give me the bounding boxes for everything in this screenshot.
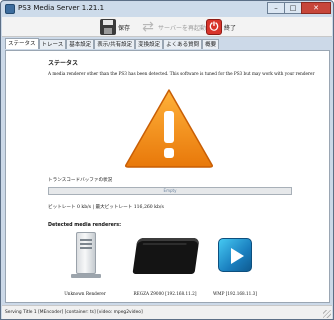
- warning-icon: [125, 89, 213, 168]
- minimize-button[interactable]: –: [267, 2, 285, 14]
- tab-bar: ステータス トレース 基本設定 表示/共有設定 変換設定 よくある質問 概要: [5, 38, 220, 50]
- tab-transcoding-settings[interactable]: 変換設定: [135, 39, 164, 49]
- renderer-item-regza[interactable]: REGZA Z9000 [192.168.11.2]: [132, 232, 200, 296]
- quit-button-label: 終了: [224, 24, 237, 32]
- renderer-item-wmp[interactable]: WMP [192.168.11.3]: [202, 232, 268, 296]
- floppy-disk-icon: [100, 19, 116, 35]
- tab-general-settings[interactable]: 基本設定: [66, 39, 95, 49]
- save-button-label: 保存: [118, 24, 131, 32]
- tab-about[interactable]: 概要: [202, 39, 220, 49]
- renderers-heading: Detected media renderers:: [48, 223, 121, 228]
- close-button[interactable]: ✕: [301, 2, 331, 14]
- tab-navigation-share-settings[interactable]: 表示/共有設定: [94, 39, 136, 49]
- title-bar[interactable]: PS3 Media Server 1.21.1 – □ ✕: [2, 2, 332, 17]
- status-bar: Serving Title 1 [MEncoder] [container: t…: [2, 305, 332, 319]
- tab-status[interactable]: ステータス: [5, 38, 39, 49]
- buffer-progress-text: Empty: [163, 188, 177, 193]
- save-button[interactable]: 保存: [100, 18, 130, 36]
- app-icon: [5, 4, 15, 14]
- window-title: PS3 Media Server 1.21.1: [18, 4, 105, 12]
- pc-tower-icon: [76, 232, 96, 274]
- ps3-console-icon: [132, 238, 200, 274]
- tab-trace[interactable]: トレース: [38, 39, 67, 49]
- renderer-label: REGZA Z9000 [192.168.11.2]: [133, 291, 197, 296]
- window-controls: – □ ✕: [267, 2, 331, 14]
- power-icon: ⏻: [206, 19, 222, 35]
- renderer-label: Unknown Renderer: [64, 291, 106, 296]
- restart-arrows-icon: ⇄: [142, 19, 154, 35]
- status-message: A media renderer other than the PS3 has …: [48, 71, 315, 76]
- pc-stand: [71, 274, 101, 278]
- restart-server-button[interactable]: ⇄ サーバーを再起動: [140, 18, 206, 36]
- buffer-label: トランスコードバッファの状況: [48, 178, 113, 183]
- renderer-label: WMP [192.168.11.3]: [213, 291, 257, 296]
- renderer-item-unknown[interactable]: Unknown Renderer: [52, 232, 118, 296]
- app-window: PS3 Media Server 1.21.1 – □ ✕ 保存 ⇄ サーバーを…: [0, 0, 334, 320]
- toolbar: 保存 ⇄ サーバーを再起動 ⏻ 終了: [2, 17, 332, 37]
- resize-grip[interactable]: [323, 310, 331, 318]
- windows-media-player-icon: [218, 238, 252, 272]
- quit-button[interactable]: ⏻ 終了: [206, 18, 236, 36]
- buffer-progress-bar: Empty: [48, 187, 292, 195]
- restart-button-label: サーバーを再起動: [158, 24, 206, 32]
- maximize-button[interactable]: □: [284, 2, 302, 14]
- status-heading: ステータス: [48, 60, 79, 67]
- tab-faq[interactable]: よくある質問: [163, 39, 203, 49]
- bitrate-readout: ビットレート 0 kb/s | 最大ビットレート 116,260 kb/s: [48, 205, 164, 210]
- status-bar-text: Serving Title 1 [MEncoder] [container: t…: [5, 310, 143, 315]
- status-panel: ステータス A media renderer other than the PS…: [5, 50, 330, 303]
